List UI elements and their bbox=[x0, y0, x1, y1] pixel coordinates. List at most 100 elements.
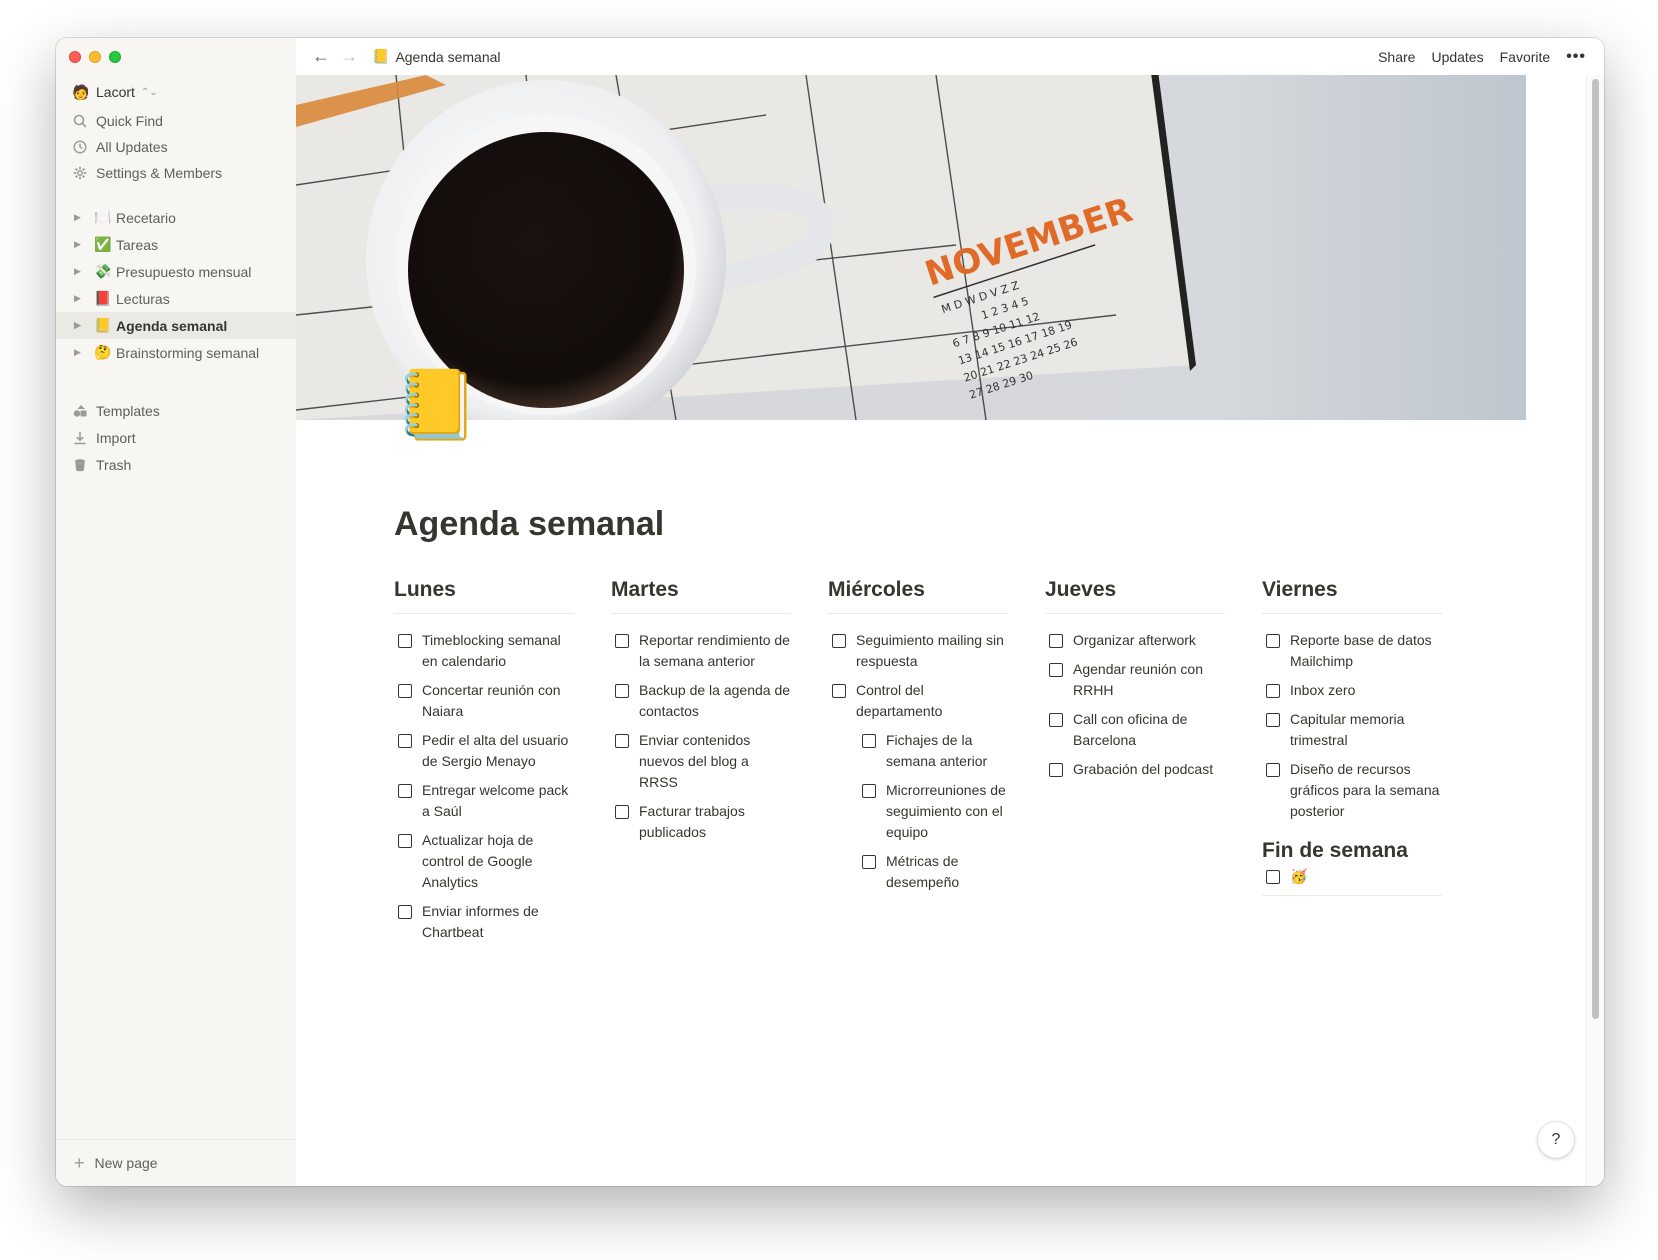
todo-item[interactable]: Facturar trabajos publicados bbox=[611, 801, 791, 843]
todo-item[interactable]: Grabación del podcast bbox=[1045, 759, 1225, 780]
more-options-icon[interactable]: ••• bbox=[1566, 48, 1586, 66]
expand-triangle-icon[interactable]: ▶ bbox=[74, 212, 84, 223]
checkbox[interactable] bbox=[615, 684, 629, 698]
checkbox[interactable] bbox=[1049, 763, 1063, 777]
todo-item[interactable]: Enviar contenidos nuevos del blog a RRSS bbox=[611, 730, 791, 793]
todo-item-nested[interactable]: Microrreuniones de seguimiento con el eq… bbox=[858, 780, 1008, 843]
updates-button[interactable]: Updates bbox=[1431, 49, 1483, 65]
column-heading[interactable]: Martes bbox=[611, 575, 791, 614]
checkbox[interactable] bbox=[615, 734, 629, 748]
checkbox[interactable] bbox=[1049, 663, 1063, 677]
checkbox[interactable] bbox=[862, 784, 876, 798]
todo-item[interactable]: Reportar rendimiento de la semana anteri… bbox=[611, 630, 791, 672]
todo-item[interactable]: Capitular memoria trimestral bbox=[1262, 709, 1442, 751]
new-page-button[interactable]: + New page bbox=[56, 1139, 296, 1186]
checkbox[interactable] bbox=[398, 784, 412, 798]
todo-text[interactable]: Concertar reunión con Naiara bbox=[422, 680, 574, 722]
close-window-button[interactable] bbox=[69, 51, 81, 63]
todo-item-nested[interactable]: Fichajes de la semana anterior bbox=[858, 730, 1008, 772]
sidebar-item-all-updates[interactable]: All Updates bbox=[72, 136, 168, 158]
sidebar-item-templates[interactable]: Templates bbox=[72, 400, 160, 422]
column-heading[interactable]: Jueves bbox=[1045, 575, 1225, 614]
checkbox[interactable] bbox=[398, 834, 412, 848]
todo-text[interactable]: Actualizar hoja de control de Google Ana… bbox=[422, 830, 574, 893]
column-heading[interactable]: Miércoles bbox=[828, 575, 1008, 614]
sidebar-item-settings[interactable]: Settings & Members bbox=[72, 162, 222, 184]
todo-item-nested[interactable]: Métricas de desempeño bbox=[858, 851, 1008, 893]
expand-triangle-icon[interactable]: ▶ bbox=[74, 293, 84, 304]
todo-item[interactable]: Call con oficina de Barcelona bbox=[1045, 709, 1225, 751]
sidebar-page-tareas[interactable]: ▶ ✅ Tareas bbox=[56, 231, 296, 258]
checkbox[interactable] bbox=[1266, 713, 1280, 727]
checkbox[interactable] bbox=[615, 634, 629, 648]
todo-text[interactable]: Timeblocking semanal en calendario bbox=[422, 630, 574, 672]
sidebar-item-import[interactable]: Import bbox=[72, 427, 136, 449]
breadcrumb[interactable]: 📒 Agenda semanal bbox=[372, 48, 501, 65]
todo-text[interactable]: Métricas de desempeño bbox=[886, 851, 1008, 893]
checkbox[interactable] bbox=[1049, 713, 1063, 727]
favorite-button[interactable]: Favorite bbox=[1500, 49, 1551, 65]
todo-text[interactable]: Seguimiento mailing sin respuesta bbox=[856, 630, 1008, 672]
todo-text[interactable]: Capitular memoria trimestral bbox=[1290, 709, 1442, 751]
checkbox[interactable] bbox=[398, 905, 412, 919]
todo-text[interactable]: Facturar trabajos publicados bbox=[639, 801, 791, 843]
todo-text[interactable]: Control del departamento bbox=[856, 680, 1008, 722]
todo-text[interactable]: Reporte base de datos Mailchimp bbox=[1290, 630, 1442, 672]
todo-item[interactable]: Backup de la agenda de contactos bbox=[611, 680, 791, 722]
column-heading[interactable]: Lunes bbox=[394, 575, 574, 614]
checkbox[interactable] bbox=[398, 684, 412, 698]
todo-item[interactable]: Concertar reunión con Naiara bbox=[394, 680, 574, 722]
todo-item[interactable]: Timeblocking semanal en calendario bbox=[394, 630, 574, 672]
forward-arrow-icon[interactable]: → bbox=[340, 46, 358, 67]
todo-item[interactable]: Control del departamento bbox=[828, 680, 1008, 722]
back-arrow-icon[interactable]: ← bbox=[312, 46, 330, 67]
page-cover-image[interactable]: NOVEMBER M D W D V Z Z 1 2 3 4 5 6 7 8 9… bbox=[296, 75, 1526, 420]
checkbox[interactable] bbox=[862, 734, 876, 748]
checkbox[interactable] bbox=[398, 634, 412, 648]
todo-text[interactable]: Call con oficina de Barcelona bbox=[1073, 709, 1225, 751]
todo-text[interactable]: Reportar rendimiento de la semana anteri… bbox=[639, 630, 791, 672]
todo-item[interactable]: Diseño de recursos gráficos para la sema… bbox=[1262, 759, 1442, 822]
todo-text[interactable]: 🥳 bbox=[1290, 866, 1307, 887]
minimize-window-button[interactable] bbox=[89, 51, 101, 63]
sidebar-item-trash[interactable]: Trash bbox=[72, 454, 131, 476]
checkbox[interactable] bbox=[615, 805, 629, 819]
scrollbar[interactable] bbox=[1586, 75, 1604, 1186]
expand-triangle-icon[interactable]: ▶ bbox=[74, 320, 84, 331]
sidebar-page-lecturas[interactable]: ▶ 📕 Lecturas bbox=[56, 285, 296, 312]
scrollbar-thumb[interactable] bbox=[1592, 79, 1599, 1019]
expand-triangle-icon[interactable]: ▶ bbox=[74, 347, 84, 358]
todo-text[interactable]: Enviar informes de Chartbeat bbox=[422, 901, 574, 943]
share-button[interactable]: Share bbox=[1378, 49, 1415, 65]
checkbox[interactable] bbox=[832, 634, 846, 648]
expand-triangle-icon[interactable]: ▶ bbox=[74, 266, 84, 277]
column-heading[interactable]: Viernes bbox=[1262, 575, 1442, 614]
sidebar-page-presupuesto[interactable]: ▶ 💸 Presupuesto mensual bbox=[56, 258, 296, 285]
help-button[interactable]: ? bbox=[1538, 1122, 1574, 1158]
checkbox[interactable] bbox=[398, 734, 412, 748]
todo-text[interactable]: Organizar afterwork bbox=[1073, 630, 1196, 651]
todo-text[interactable]: Entregar welcome pack a Saúl bbox=[422, 780, 574, 822]
todo-item[interactable]: Reporte base de datos Mailchimp bbox=[1262, 630, 1442, 672]
todo-text[interactable]: Microrreuniones de seguimiento con el eq… bbox=[886, 780, 1008, 843]
todo-text[interactable]: Fichajes de la semana anterior bbox=[886, 730, 1008, 772]
todo-item[interactable]: Inbox zero bbox=[1262, 680, 1442, 701]
todo-text[interactable]: Pedir el alta del usuario de Sergio Mena… bbox=[422, 730, 574, 772]
checkbox[interactable] bbox=[1266, 634, 1280, 648]
todo-text[interactable]: Enviar contenidos nuevos del blog a RRSS bbox=[639, 730, 791, 793]
sidebar-page-recetario[interactable]: ▶ 🍽️ Recetario bbox=[56, 204, 296, 231]
page-icon[interactable]: 📒 bbox=[394, 369, 479, 441]
todo-item[interactable]: Enviar informes de Chartbeat bbox=[394, 901, 574, 943]
expand-triangle-icon[interactable]: ▶ bbox=[74, 239, 84, 250]
sidebar-page-brainstorming[interactable]: ▶ 🤔 Brainstorming semanal bbox=[56, 339, 296, 366]
checkbox[interactable] bbox=[1049, 634, 1063, 648]
todo-item[interactable]: Seguimiento mailing sin respuesta bbox=[828, 630, 1008, 672]
checkbox[interactable] bbox=[1266, 684, 1280, 698]
checkbox[interactable] bbox=[1266, 870, 1280, 884]
todo-text[interactable]: Inbox zero bbox=[1290, 680, 1355, 701]
checkbox[interactable] bbox=[862, 855, 876, 869]
todo-text[interactable]: Diseño de recursos gráficos para la sema… bbox=[1290, 759, 1442, 822]
column-heading[interactable]: Fin de semana bbox=[1262, 836, 1442, 866]
todo-item[interactable]: Entregar welcome pack a Saúl bbox=[394, 780, 574, 822]
todo-item[interactable]: Organizar afterwork bbox=[1045, 630, 1225, 651]
